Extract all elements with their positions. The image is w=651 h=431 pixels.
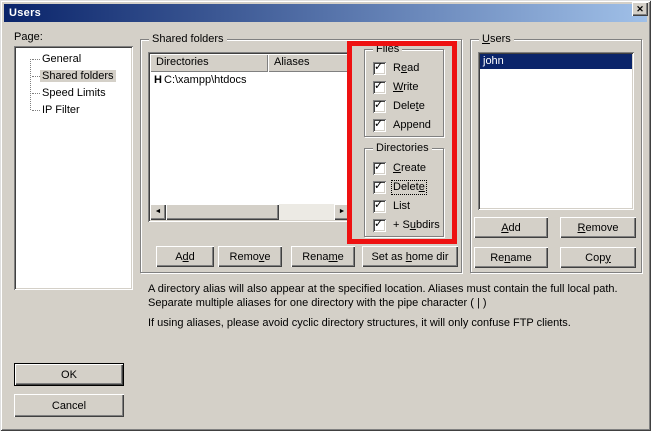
users-dialog: Users ✕ Page: General Shared folders Spe… — [0, 0, 651, 431]
files-group-label: Files — [373, 42, 402, 56]
scroll-right-icon: ► — [339, 208, 346, 215]
set-as-home-dir-button[interactable]: Set as home dir — [362, 246, 458, 267]
folder-rename-button[interactable]: Rename — [291, 246, 355, 267]
checkbox-icon: ✓ — [373, 100, 386, 113]
page-list[interactable]: General Shared folders Speed Limits IP F… — [14, 46, 133, 290]
page-item-speed-limits[interactable]: Speed Limits — [16, 85, 131, 102]
checkbox-icon: ✓ — [373, 181, 386, 194]
checkbox-icon: ✓ — [373, 81, 386, 94]
home-flag: H — [152, 73, 164, 88]
checkbox-icon: ✓ — [373, 200, 386, 213]
folder-remove-button[interactable]: Remove — [218, 246, 282, 267]
checkbox-icon: ✓ — [373, 62, 386, 75]
scroll-left-button[interactable]: ◄ — [150, 204, 166, 220]
column-header-aliases[interactable]: Aliases — [268, 54, 350, 72]
user-remove-button[interactable]: Remove — [560, 217, 636, 238]
page-label: Page: — [14, 31, 43, 43]
users-list[interactable]: john — [478, 52, 634, 210]
page-item-ip-filter[interactable]: IP Filter — [16, 102, 131, 119]
list-checkbox[interactable]: ✓ List — [373, 199, 411, 214]
window-title: Users — [4, 7, 41, 19]
subdirs-checkbox[interactable]: ✓ + Subdirs — [373, 218, 441, 233]
create-checkbox[interactable]: ✓ Create — [373, 161, 427, 176]
user-copy-button[interactable]: Copy — [560, 247, 636, 268]
scroll-left-icon: ◄ — [155, 208, 162, 215]
close-button[interactable]: ✕ — [632, 2, 648, 16]
scroll-right-button[interactable]: ► — [334, 204, 350, 220]
append-checkbox[interactable]: ✓ Append — [373, 118, 432, 133]
alias-note: A directory alias will also appear at th… — [148, 282, 648, 310]
directory-row[interactable]: H C:\xampp\htdocs — [150, 72, 350, 88]
users-group-label: Users — [479, 32, 514, 46]
folder-add-button[interactable]: Add — [156, 246, 214, 267]
titlebar[interactable]: Users — [4, 4, 647, 22]
files-permissions-group: Files ✓ Read ✓ Write ✓ Delete ✓ Append — [364, 49, 444, 137]
directories-group-label: Directories — [373, 141, 432, 155]
listview-header: Directories Aliases — [150, 54, 350, 72]
user-add-button[interactable]: Add — [474, 217, 548, 238]
directories-permissions-group: Directories ✓ Create ✓ Delete ✓ List ✓ +… — [364, 148, 444, 237]
cyclic-note: If using aliases, please avoid cyclic di… — [148, 316, 648, 330]
user-row-john[interactable]: john — [480, 54, 632, 69]
files-delete-checkbox[interactable]: ✓ Delete — [373, 99, 426, 114]
write-checkbox[interactable]: ✓ Write — [373, 80, 419, 95]
checkbox-icon: ✓ — [373, 162, 386, 175]
page-item-general[interactable]: General — [16, 51, 131, 68]
directory-path: C:\xampp\htdocs — [164, 73, 247, 88]
checkbox-icon: ✓ — [373, 119, 386, 132]
checkbox-icon: ✓ — [373, 219, 386, 232]
close-icon: ✕ — [636, 4, 644, 14]
shared-folders-group-label: Shared folders — [149, 32, 227, 46]
scrollbar-thumb[interactable] — [166, 204, 279, 220]
ok-button[interactable]: OK — [14, 363, 124, 386]
user-rename-button[interactable]: Rename — [474, 247, 548, 268]
directories-listview[interactable]: Directories Aliases H C:\xampp\htdocs ◄ … — [148, 52, 352, 222]
dirs-delete-checkbox[interactable]: ✓ Delete — [373, 180, 426, 195]
column-header-directories[interactable]: Directories — [150, 54, 268, 72]
page-item-shared-folders[interactable]: Shared folders — [16, 68, 131, 85]
cancel-button[interactable]: Cancel — [14, 394, 124, 417]
read-checkbox[interactable]: ✓ Read — [373, 61, 420, 76]
horizontal-scrollbar[interactable]: ◄ ► — [150, 204, 350, 220]
